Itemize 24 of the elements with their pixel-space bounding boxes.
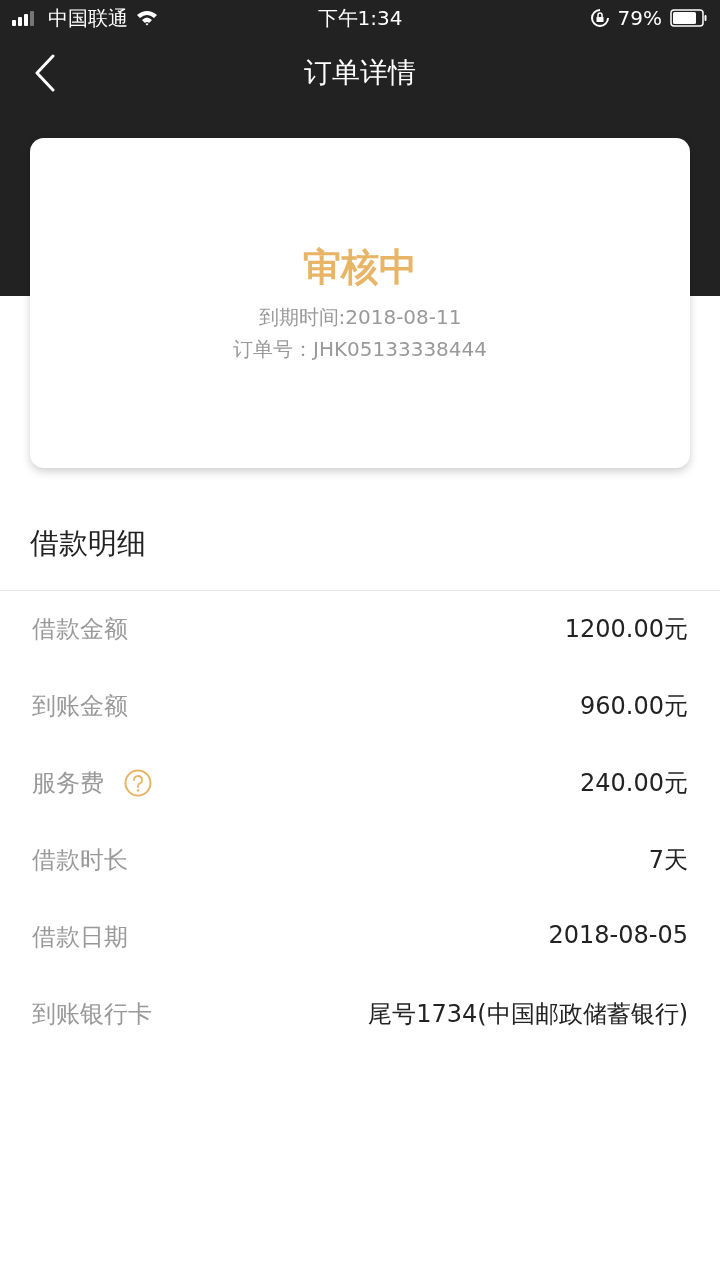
detail-value: 960.00元 — [580, 691, 688, 722]
detail-label: 服务费 — [32, 768, 104, 799]
rotation-lock-icon — [589, 8, 610, 28]
detail-value: 2018-08-05 — [548, 921, 688, 949]
detail-value: 尾号1734(中国邮政储蓄银行) — [368, 999, 688, 1030]
detail-value: 1200.00元 — [564, 614, 688, 645]
back-button[interactable] — [34, 54, 56, 92]
battery-percent: 79% — [617, 6, 662, 30]
battery-icon — [670, 9, 708, 27]
wifi-icon — [136, 10, 158, 26]
order-status: 审核中 — [303, 243, 417, 291]
detail-value: 240.00元 — [580, 768, 688, 799]
order-number: 订单号：JHK05133338444 — [233, 335, 487, 363]
detail-label: 借款时长 — [32, 845, 128, 876]
detail-label: 借款金额 — [32, 614, 128, 645]
clock-time: 下午1:34 — [317, 4, 403, 32]
due-date: 到期时间:2018-08-11 — [258, 303, 462, 331]
detail-label: 到账金额 — [32, 691, 128, 722]
section-title: 借款明细 — [29, 525, 147, 562]
detail-label: 借款日期 — [32, 922, 128, 953]
carrier-name: 中国联通 — [48, 4, 128, 32]
page-title: 订单详情 — [304, 55, 416, 91]
detail-label: 到账银行卡 — [32, 999, 152, 1030]
detail-value: 7天 — [648, 845, 688, 876]
